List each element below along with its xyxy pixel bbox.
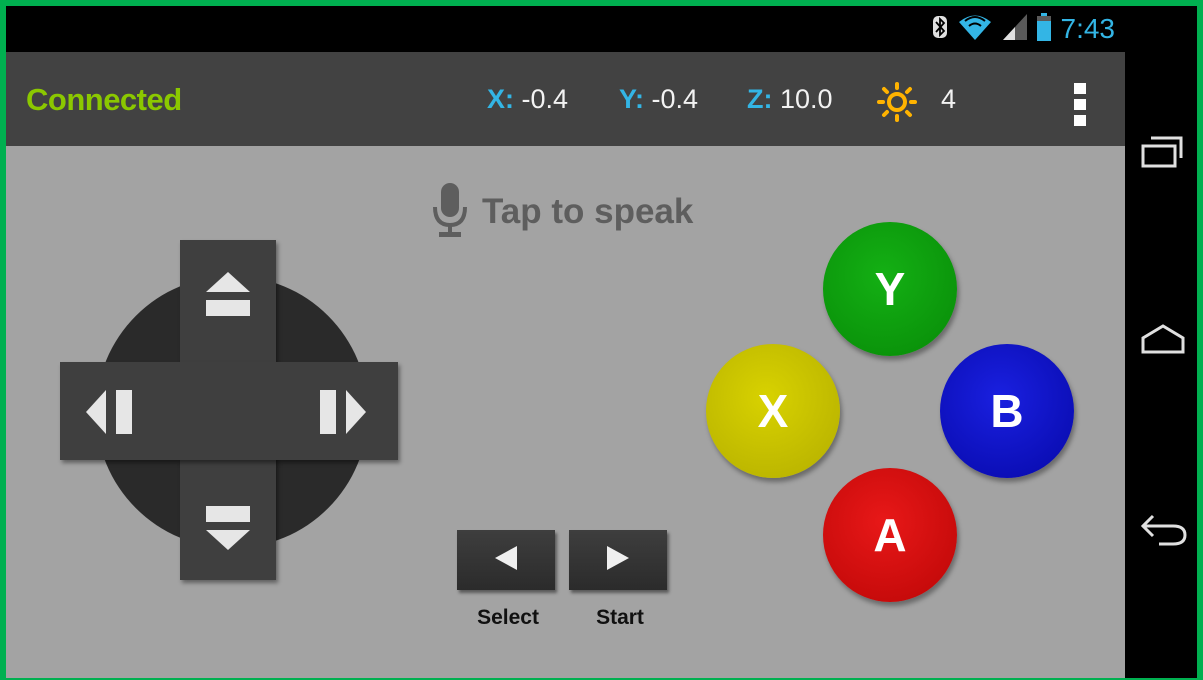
dpad-left-button[interactable] (86, 386, 142, 443)
y-value: -0.4 (651, 84, 699, 114)
home-icon (1141, 324, 1185, 358)
back-icon (1140, 514, 1187, 552)
status-icons: 7:43 (932, 6, 1116, 52)
y-button[interactable]: Y (823, 222, 957, 356)
dpad-up-icon (202, 272, 254, 324)
bluetooth-icon (932, 15, 947, 43)
x-label: X: (487, 84, 514, 114)
connection-status: Connected (26, 82, 182, 117)
x-button-label: X (757, 385, 789, 437)
tap-to-speak-label: Tap to speak (482, 192, 694, 231)
select-arrow-icon (493, 544, 519, 577)
z-label: Z: (747, 84, 773, 114)
dpad-right-button[interactable] (318, 386, 374, 443)
home-button[interactable] (1141, 324, 1185, 359)
navigation-bar (1125, 6, 1197, 678)
cell-signal-icon (1002, 13, 1027, 45)
z-readout: Z: 10.0 (747, 84, 833, 115)
start-arrow-icon (605, 544, 631, 577)
a-button[interactable]: A (823, 468, 957, 602)
dpad-right-icon (318, 390, 374, 442)
overflow-menu-icon[interactable] (1074, 83, 1086, 127)
select-button[interactable] (457, 530, 555, 590)
status-bar: 7:43 (6, 6, 1125, 52)
microphone-icon (432, 181, 468, 244)
select-label: Select (477, 606, 539, 629)
a-button-label: A (873, 509, 907, 561)
z-value: 10.0 (780, 84, 833, 114)
dpad-down-button[interactable] (202, 502, 254, 563)
x-button[interactable]: X (706, 344, 840, 478)
x-readout: X: -0.4 (487, 84, 568, 115)
y-button-label: Y (874, 263, 906, 315)
tap-to-speak-button[interactable]: Tap to speak (432, 182, 693, 242)
y-readout: Y: -0.4 (619, 84, 698, 115)
b-button-label: B (990, 385, 1024, 437)
light-value: 4 (941, 84, 957, 114)
wifi-icon (957, 13, 993, 46)
back-button[interactable] (1140, 514, 1187, 553)
phone-screen: 7:43 Connected X: -0.4 Y: -0.4 Z: 10.0 4… (6, 6, 1197, 678)
b-button[interactable]: B (940, 344, 1074, 478)
status-time: 7:43 (1060, 13, 1116, 44)
recent-apps-button[interactable] (1141, 136, 1183, 175)
start-label: Start (596, 606, 644, 629)
dpad-up-button[interactable] (202, 264, 254, 325)
battery-icon (1036, 12, 1051, 46)
recent-apps-icon (1141, 136, 1183, 174)
dpad-down-icon (202, 506, 254, 562)
start-button[interactable] (569, 530, 667, 590)
controller-area: Tap to speak Select Start Y X B A (6, 146, 1125, 678)
dpad-center (180, 362, 276, 460)
action-bar: Connected X: -0.4 Y: -0.4 Z: 10.0 4 (6, 52, 1125, 148)
x-value: -0.4 (521, 84, 569, 114)
dpad-left-icon (86, 390, 142, 442)
y-label: Y: (619, 84, 644, 114)
sun-icon (877, 82, 917, 127)
